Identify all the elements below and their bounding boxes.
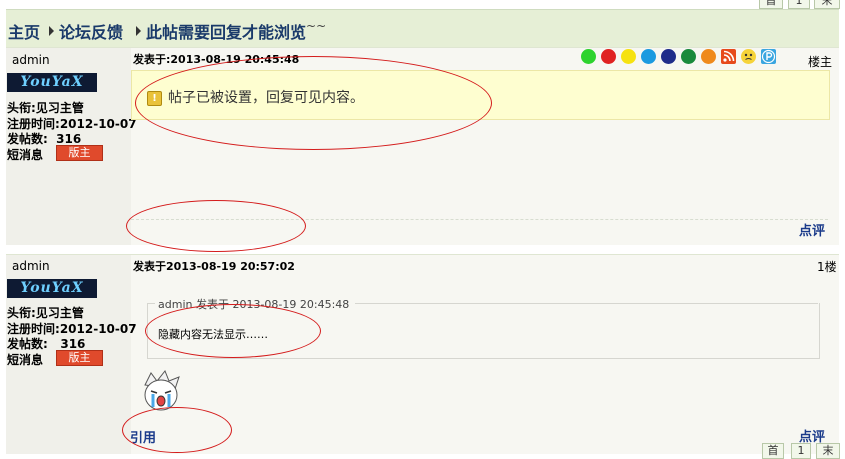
page-title-text: 此帖需要回复才能浏览 (146, 23, 307, 42)
color-red-icon[interactable] (601, 49, 616, 64)
count-label: 发帖数: (7, 337, 48, 351)
breadcrumb-arrow-icon (136, 26, 141, 36)
reg-label: 注册时间: (7, 117, 60, 131)
pager-first-top[interactable]: 首 (759, 0, 783, 9)
color-navy-icon[interactable] (661, 49, 676, 64)
moderator-badge: 版主 (56, 145, 103, 161)
annotation-ellipse (122, 407, 232, 453)
author-name[interactable]: admin (12, 259, 50, 273)
pager-first-bottom[interactable]: 首 (762, 443, 784, 459)
color-green-icon[interactable] (581, 49, 596, 64)
annotation-ellipse (145, 304, 321, 358)
author-message-label[interactable]: 短消息 (7, 146, 43, 163)
page-title-suffix: ~~ (306, 19, 327, 33)
post-floor: 1楼 (817, 260, 837, 274)
color-blue-icon[interactable] (641, 49, 656, 64)
annotation-ellipse (126, 200, 306, 252)
author-avatar: YouYaX (7, 279, 97, 298)
annotation-ellipse (135, 56, 492, 150)
author-title: 头衔:见习主管 (7, 304, 84, 321)
rss-icon[interactable] (721, 49, 736, 64)
author-title-value: 见习主管 (35, 306, 84, 320)
rate-button[interactable]: 点评 (799, 220, 835, 239)
author-title-label: 头衔: (7, 101, 36, 115)
author-title: 头衔:见习主管 (7, 99, 84, 116)
color-darkgreen-icon[interactable] (681, 49, 696, 64)
reg-label: 注册时间: (7, 322, 60, 336)
post-time: 发表于2013-08-19 20:57:02 (133, 260, 295, 273)
breadcrumb-home[interactable]: 主页 (8, 19, 40, 43)
author-avatar: YouYaX (7, 73, 97, 92)
count-value: 316 (60, 337, 86, 351)
breadcrumb-forum[interactable]: 论坛反馈 (59, 19, 123, 43)
pager-page-top[interactable]: 1 (788, 0, 810, 9)
moderator-badge: 版主 (56, 350, 103, 366)
page-title: 此帖需要回复才能浏览~~ (146, 19, 326, 43)
reg-value: 2012-10-07 (59, 322, 137, 336)
breadcrumb-arrow-icon (49, 26, 54, 36)
author-name[interactable]: admin (12, 53, 50, 67)
color-yellow-icon[interactable] (621, 49, 636, 64)
emoticon-icon[interactable] (741, 49, 756, 64)
count-label: 发帖数: (7, 132, 48, 146)
p-icon[interactable] (761, 49, 776, 64)
count-value: 316 (56, 132, 82, 146)
pager-page-bottom[interactable]: 1 (791, 443, 811, 459)
post-floor: 楼主 (808, 55, 833, 69)
reg-value: 2012-10-07 (59, 117, 137, 131)
author-title-value: 见习主管 (35, 101, 84, 115)
color-orange-icon[interactable] (701, 49, 716, 64)
pager-last-top[interactable]: 末 (814, 0, 840, 9)
pager-last-bottom[interactable]: 末 (816, 443, 840, 459)
author-title-label: 头衔: (7, 306, 36, 320)
quote-border (355, 303, 818, 304)
quote-border (147, 303, 155, 304)
breadcrumb-bar: 主页 论坛反馈 此帖需要回复才能浏览~~ (6, 9, 839, 48)
author-message-label[interactable]: 短消息 (7, 351, 43, 368)
